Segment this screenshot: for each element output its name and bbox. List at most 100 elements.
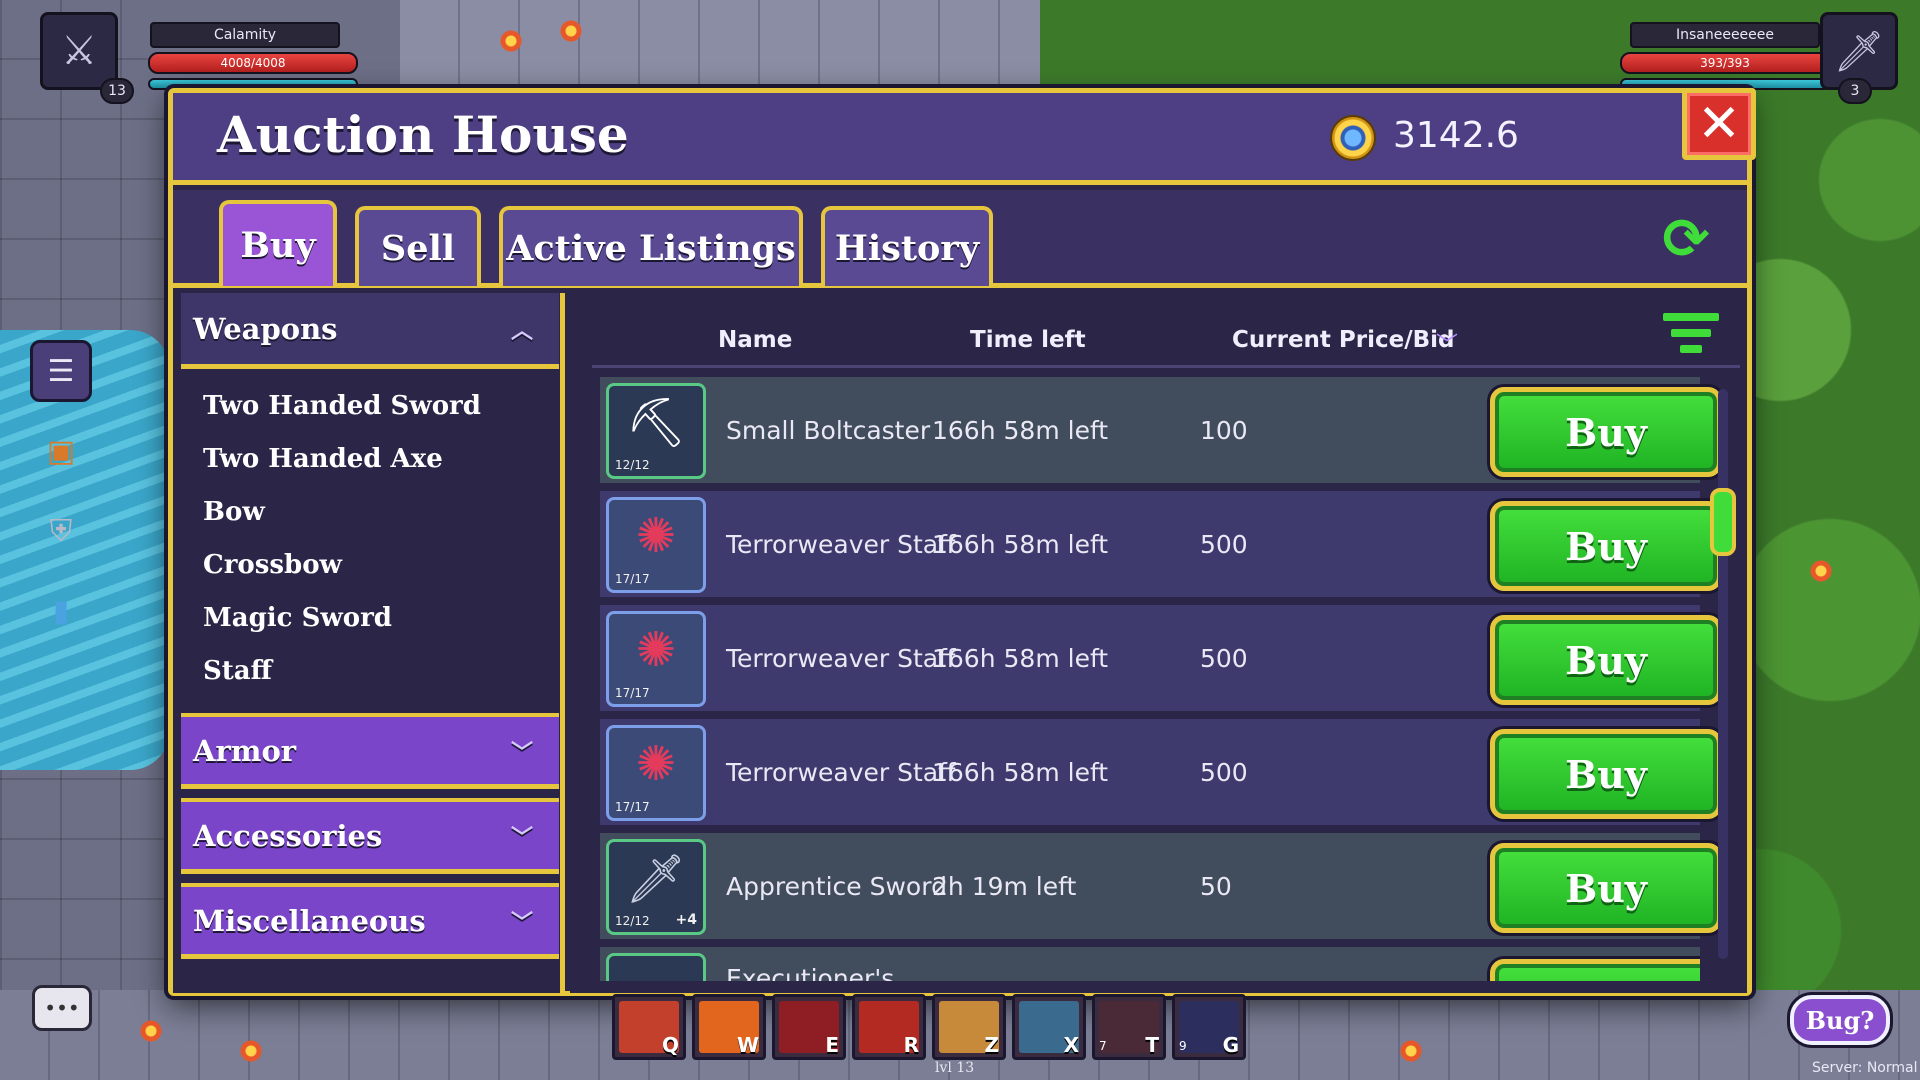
subcategory-two-handed-sword[interactable]: Two Handed Sword — [181, 379, 559, 432]
header-divider — [592, 365, 1740, 368]
item-thumbnail[interactable]: ✺ 17/17 — [606, 611, 706, 707]
staff-icon: ✺ — [635, 622, 677, 678]
category-label: Accessories — [193, 818, 383, 853]
tab-buy[interactable]: Buy — [219, 200, 337, 286]
skill-slot-x[interactable]: X — [1012, 994, 1086, 1060]
skill-hotbar: Q W E R Z X 7 T 9 G — [612, 994, 1312, 1066]
item-count: 7 — [1099, 1039, 1107, 1053]
column-header-price[interactable]: Current Price/Bid — [1232, 327, 1455, 353]
hotkey-label: W — [736, 1033, 759, 1057]
column-header-time-left[interactable]: Time left — [970, 327, 1086, 353]
filter-icon[interactable] — [1660, 311, 1722, 363]
hotkey-label: E — [825, 1033, 839, 1057]
player-level: 13 — [100, 78, 134, 104]
subcategory-magic-sword[interactable]: Magic Sword — [181, 591, 559, 644]
skill-slot-z[interactable]: Z — [932, 994, 1006, 1060]
buy-button[interactable]: Buy — [1490, 843, 1722, 933]
crossbow-icon: ⛏ — [625, 395, 687, 451]
buy-button[interactable]: Buy — [1490, 729, 1722, 819]
subcategory-crossbow[interactable]: Crossbow — [181, 538, 559, 591]
category-weapons[interactable]: Weapons ︿ — [181, 293, 559, 369]
chevron-down-icon: ﹀ — [510, 909, 533, 936]
buy-button[interactable] — [1490, 959, 1700, 981]
tab-history[interactable]: History — [821, 206, 993, 286]
item-thumbnail[interactable]: ✺ 17/17 — [606, 497, 706, 593]
chest-icon[interactable]: ▣ — [30, 420, 92, 482]
player-level-label: lvl 13 — [935, 1060, 975, 1076]
item-thumbnail[interactable] — [606, 953, 706, 981]
item-durability: 12/12 — [615, 914, 650, 928]
buy-button[interactable]: Buy — [1490, 615, 1722, 705]
weapon-subcategory-list: Two Handed Sword Two Handed Axe Bow Cros… — [181, 379, 559, 707]
tab-sell[interactable]: Sell — [355, 206, 481, 286]
column-header-name[interactable]: Name — [718, 327, 792, 353]
sort-chevron-icon[interactable]: ﹀ — [1436, 327, 1458, 359]
item-time-left: 166h 58m left — [932, 415, 1109, 445]
category-label: Weapons — [193, 311, 338, 346]
item-name: Terrorweaver Staff — [726, 529, 956, 559]
item-thumbnail[interactable]: ✺ 17/17 — [606, 725, 706, 821]
chat-icon[interactable]: ••• — [32, 985, 92, 1031]
player-avatar: ⚔ — [40, 12, 118, 90]
category-miscellaneous[interactable]: Miscellaneous ﹀ — [181, 883, 559, 959]
hotkey-label: G — [1222, 1033, 1239, 1057]
subcategory-bow[interactable]: Bow — [181, 485, 559, 538]
bug-report-button[interactable]: Bug? — [1790, 995, 1890, 1045]
item-name: Apprentice Sword — [726, 871, 947, 901]
category-label: Miscellaneous — [193, 903, 426, 938]
item-slot-g[interactable]: 9 G — [1172, 994, 1246, 1060]
flower-decoration — [240, 1040, 262, 1062]
table-row: ✺ 17/17 Terrorweaver Staff 166h 58m left… — [600, 491, 1722, 601]
menu-icon[interactable]: ☰ — [30, 340, 92, 402]
skill-slot-q[interactable]: Q — [612, 994, 686, 1060]
table-row: Executioner's — [600, 947, 1700, 985]
category-sidebar: Weapons ︿ Two Handed Sword Two Handed Ax… — [173, 293, 565, 993]
book-icon[interactable]: ▮ — [30, 580, 92, 642]
item-price: 500 — [1200, 757, 1248, 787]
item-time-left: 2h 19m left — [932, 871, 1077, 901]
item-upgrade-level: +4 — [675, 912, 697, 928]
category-label: Armor — [193, 733, 297, 768]
item-durability: 12/12 — [615, 458, 650, 472]
category-armor[interactable]: Armor ﹀ — [181, 713, 559, 789]
item-name: Small Boltcaster — [726, 415, 931, 445]
subcategory-two-handed-axe[interactable]: Two Handed Axe — [181, 432, 559, 485]
flower-decoration — [560, 20, 582, 42]
skill-slot-r[interactable]: R — [852, 994, 926, 1060]
filter-icon-bar — [1671, 329, 1711, 337]
skill-slot-e[interactable]: E — [772, 994, 846, 1060]
hotkey-label: Z — [984, 1033, 999, 1057]
category-accessories[interactable]: Accessories ﹀ — [181, 798, 559, 874]
item-slot-t[interactable]: 7 T — [1092, 994, 1166, 1060]
party-member-level: 3 — [1838, 78, 1872, 104]
staff-icon: ✺ — [635, 508, 677, 564]
item-name: Terrorweaver Staff — [726, 757, 956, 787]
chevron-down-icon: ﹀ — [510, 739, 533, 766]
item-durability: 17/17 — [615, 686, 650, 700]
subcategory-staff[interactable]: Staff — [181, 644, 559, 697]
scrollbar-thumb[interactable] — [1710, 488, 1736, 556]
buy-button[interactable]: Buy — [1490, 501, 1722, 591]
skill-slot-w[interactable]: W — [692, 994, 766, 1060]
chevron-down-icon: ﹀ — [510, 824, 533, 851]
item-thumbnail[interactable]: 🗡 12/12 +4 — [606, 839, 706, 935]
scrollbar-track[interactable] — [1718, 389, 1728, 959]
auction-house-window: Auction House 3142.6 ✕ Buy Sell Active L… — [168, 88, 1756, 996]
buy-button[interactable]: Buy — [1490, 387, 1722, 477]
table-row: 🗡 12/12 +4 Apprentice Sword 2h 19m left … — [600, 833, 1722, 943]
item-durability: 17/17 — [615, 800, 650, 814]
flower-decoration — [500, 30, 522, 52]
item-thumbnail[interactable]: ⛏ 12/12 — [606, 383, 706, 479]
filter-icon-bar — [1680, 345, 1702, 353]
refresh-icon[interactable]: ⟳ — [1653, 210, 1719, 270]
item-price: 50 — [1200, 871, 1232, 901]
close-button[interactable]: ✕ — [1682, 88, 1756, 160]
tab-active-listings[interactable]: Active Listings — [499, 206, 803, 286]
flower-decoration — [1400, 1040, 1422, 1062]
table-row: ✺ 17/17 Terrorweaver Staff 166h 58m left… — [600, 719, 1722, 829]
chevron-up-icon: ︿ — [510, 317, 533, 344]
staff-icon: ✺ — [635, 736, 677, 792]
armor-icon[interactable]: ⛨ — [30, 500, 92, 562]
player-name: Calamity — [150, 22, 340, 48]
item-price: 100 — [1200, 415, 1248, 445]
